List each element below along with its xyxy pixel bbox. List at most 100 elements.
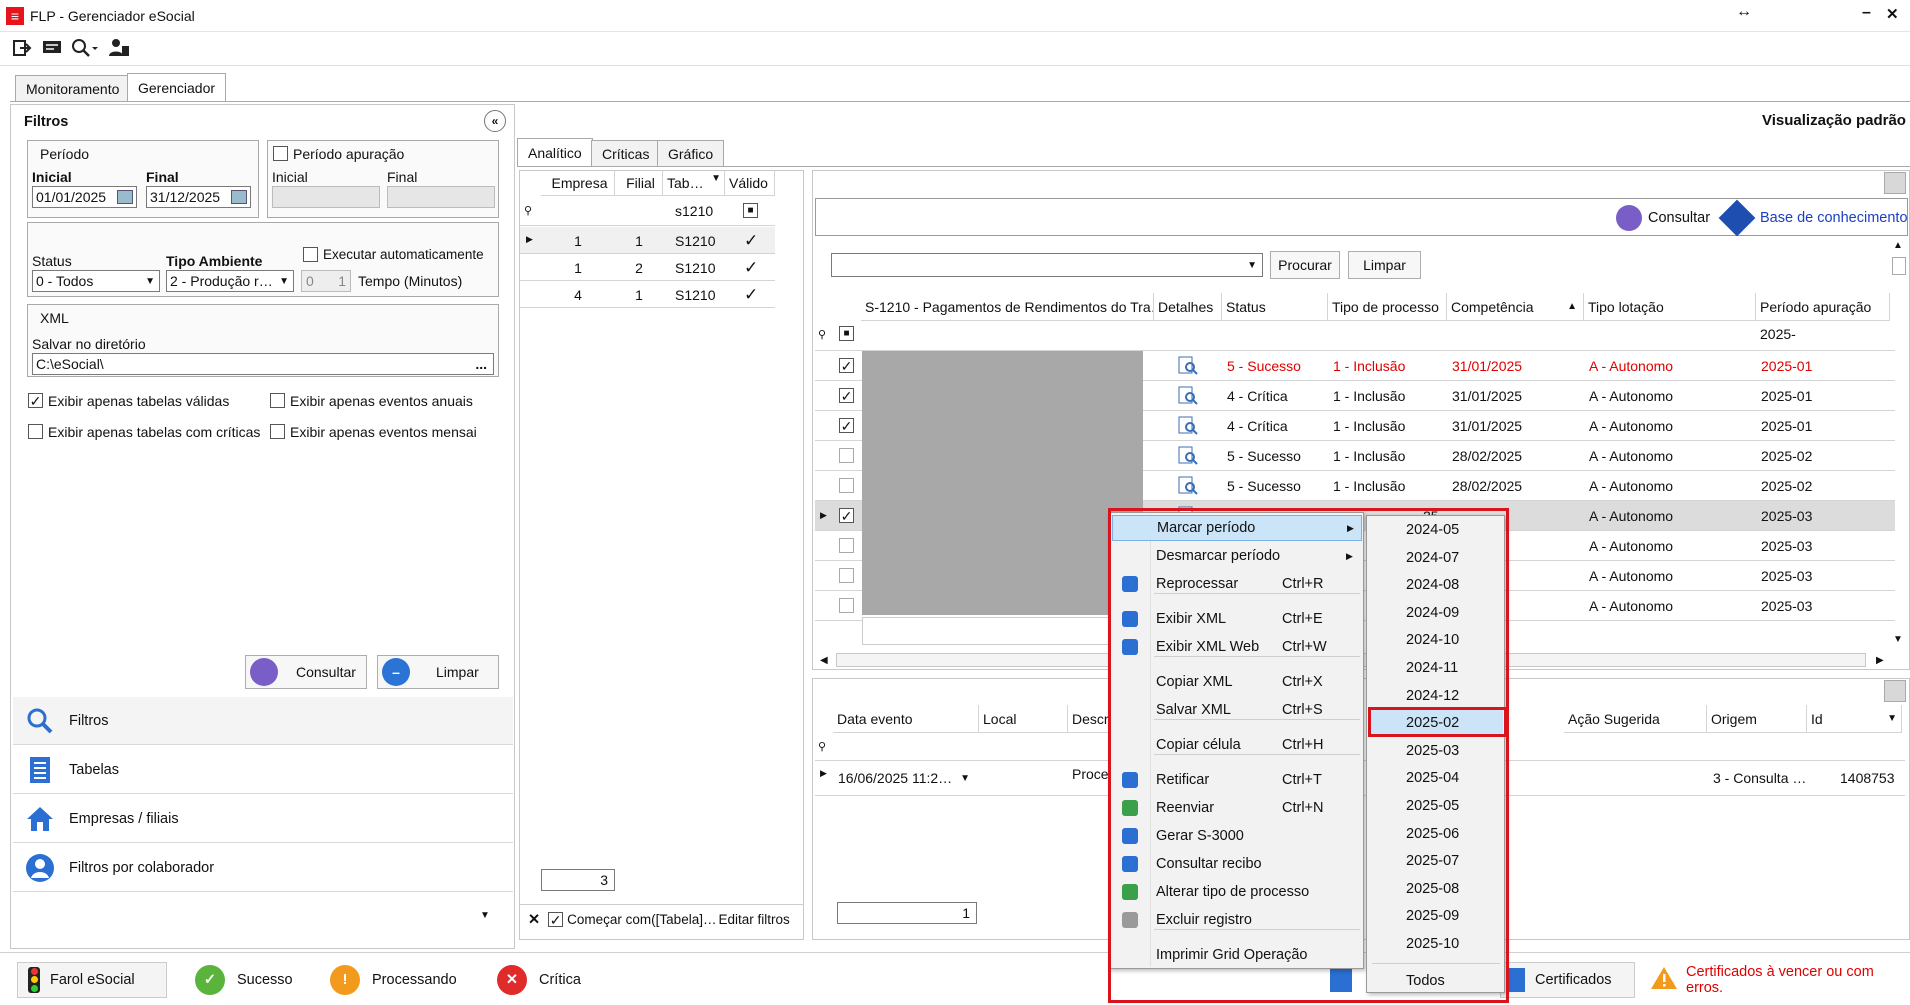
masked-name-column [862, 351, 1143, 615]
row-checkbox[interactable] [839, 448, 854, 463]
tab-analitico[interactable]: Analítico [517, 138, 593, 166]
row-checkbox[interactable]: ✓ [839, 418, 854, 433]
grid-header-s1210[interactable]: S-1210 - Pagamentos de Rendimentos do Tr… [861, 293, 1154, 321]
browse-button[interactable]: ... [475, 356, 487, 372]
tab-criticas[interactable]: Críticas [591, 140, 661, 166]
certificados-button[interactable]: Certificados [1500, 962, 1635, 998]
chevron-down-icon: ▼ [1247, 259, 1257, 271]
grid-filter-valido[interactable]: ■ [743, 203, 758, 218]
periodo-apuracao-checkbox[interactable] [273, 146, 288, 161]
tempo-field[interactable]: 01 [301, 270, 351, 292]
detail-header-origem[interactable]: Origem [1707, 705, 1807, 733]
minimize-button[interactable]: – [1862, 4, 1871, 22]
critical-tables-checkbox[interactable] [28, 424, 43, 439]
limpar-button[interactable]: Limpar [1348, 251, 1421, 279]
clear-filter-icon[interactable]: ✕ [528, 912, 540, 928]
row-checkbox[interactable]: ✓ [839, 358, 854, 373]
grid-header-filial[interactable]: Filial [615, 171, 663, 196]
expand-icon[interactable] [1884, 172, 1906, 194]
user-icon[interactable] [108, 37, 130, 59]
tab-monitoramento[interactable]: Monitoramento [15, 75, 131, 101]
search-combo[interactable]: ▼ [831, 253, 1263, 277]
vscroll-up-icon[interactable]: ▲ [1893, 240, 1903, 251]
filter-consultar-button[interactable]: Consultar [245, 655, 367, 689]
expand-icon[interactable] [1884, 680, 1906, 702]
nav-filtros[interactable]: Filtros [13, 697, 513, 745]
valid-tables-checkbox[interactable]: ✓ [28, 393, 43, 408]
grid-header-competencia[interactable]: Competência ▲ [1447, 293, 1584, 321]
grid-header-tabela[interactable]: Tab… ▼ [663, 171, 725, 196]
ambiente-select[interactable]: 2 - Produção r… ▼ [166, 270, 294, 292]
details-icon[interactable] [1177, 356, 1199, 376]
tab-gerenciador[interactable]: Gerenciador [127, 73, 227, 101]
row-checkbox[interactable] [839, 568, 854, 583]
select-all-checkbox[interactable]: ■ [839, 326, 854, 341]
base-conhecimento-link[interactable]: Base de conhecimento [1718, 199, 1908, 237]
apur-final-field[interactable] [387, 186, 495, 208]
date-final-field[interactable]: 31/12/2025 [146, 186, 251, 208]
detail-header-local[interactable]: Local [979, 705, 1068, 733]
calendar-icon[interactable] [117, 190, 133, 204]
details-icon[interactable] [1177, 386, 1199, 406]
monthly-events-checkbox[interactable] [270, 424, 285, 439]
row-marker-icon: ▶ [820, 510, 827, 520]
executar-checkbox[interactable] [303, 247, 318, 262]
row-tabela: S1210 [675, 286, 716, 303]
details-icon[interactable] [1177, 416, 1199, 436]
vscroll-down-icon[interactable]: ▼ [1893, 634, 1903, 645]
hscroll-right-icon[interactable]: ▶ [1876, 655, 1884, 666]
tab-grafico[interactable]: Gráfico [657, 140, 725, 166]
filter-icon[interactable]: ▼ [711, 173, 721, 184]
row-filial: 2 [635, 259, 643, 276]
apur-final-label: Final [387, 169, 418, 185]
details-icon[interactable] [1177, 446, 1199, 466]
ambiente-label: Tipo Ambiente [166, 253, 263, 269]
row-checkbox[interactable]: ✓ [839, 388, 854, 403]
procurar-button[interactable]: Procurar [1270, 251, 1340, 279]
vertical-scrollbar[interactable] [1892, 257, 1906, 275]
filter-active-checkbox[interactable]: ✓ [548, 912, 564, 927]
restore-button[interactable]: ↔ [1736, 3, 1752, 21]
grid-header-tipo-processo[interactable]: Tipo de processo [1328, 293, 1447, 321]
nav-colaborador[interactable]: Filtros por colaborador [13, 844, 513, 892]
grid-header-periodo[interactable]: Período apuração [1756, 293, 1890, 321]
grid-filter-tabela[interactable]: s1210 [675, 200, 713, 222]
search-icon[interactable] [70, 37, 98, 59]
detail-header-data[interactable]: Data evento [833, 705, 979, 733]
details-icon[interactable] [1177, 476, 1199, 496]
annual-events-checkbox[interactable] [270, 393, 285, 408]
hscroll-left-icon[interactable]: ◀ [820, 655, 828, 666]
row-checkbox[interactable]: ✓ [839, 508, 854, 523]
calendar-icon[interactable] [231, 190, 247, 204]
row-checkbox[interactable] [839, 538, 854, 553]
cert-alert[interactable]: Certificados à vencer ou com erros. [1650, 962, 1910, 998]
detail-header-acao[interactable]: Ação Sugerida [1564, 705, 1707, 733]
nav-empresas[interactable]: Empresas / filiais [13, 795, 513, 843]
row-periodo: 2025-01 [1761, 418, 1813, 434]
farol-button[interactable]: Farol eSocial [17, 962, 167, 998]
detail-header-id[interactable]: Id ▼ [1807, 705, 1902, 733]
grid-header-status[interactable]: Status [1222, 293, 1328, 321]
grid-header-detalhes[interactable]: Detalhes [1154, 293, 1222, 321]
consultar-link[interactable]: Consultar [1616, 205, 1710, 231]
status-select[interactable]: 0 - Todos ▼ [32, 270, 160, 292]
row-checkbox[interactable] [839, 598, 854, 613]
collapse-panel-icon[interactable]: « [484, 110, 506, 132]
nav-more-icon[interactable]: ▼ [480, 910, 490, 921]
date-inicial-field[interactable]: 01/01/2025 [32, 186, 137, 208]
apur-inicial-field[interactable] [272, 186, 380, 208]
grid-filter-periodo[interactable]: 2025- [1760, 323, 1796, 345]
row-filial: 1 [635, 286, 643, 303]
row-checkbox[interactable] [839, 478, 854, 493]
edit-filters-link[interactable]: Editar filtros [718, 912, 789, 927]
directory-field[interactable]: C:\eSocial\... [32, 353, 494, 375]
detail-row-data[interactable]: 16/06/2025 11:2… ▼ [838, 766, 970, 790]
grid-header-empresa[interactable]: Empresa [541, 171, 615, 196]
filter-limpar-button[interactable]: – Limpar [377, 655, 499, 689]
nav-tabelas[interactable]: Tabelas [13, 746, 513, 794]
message-icon[interactable] [42, 38, 62, 58]
close-button[interactable]: ✕ [1886, 5, 1899, 23]
grid-header-valido[interactable]: Válido [725, 171, 775, 196]
grid-header-tipo-lotacao[interactable]: Tipo lotação [1584, 293, 1756, 321]
exit-icon[interactable] [12, 38, 32, 58]
